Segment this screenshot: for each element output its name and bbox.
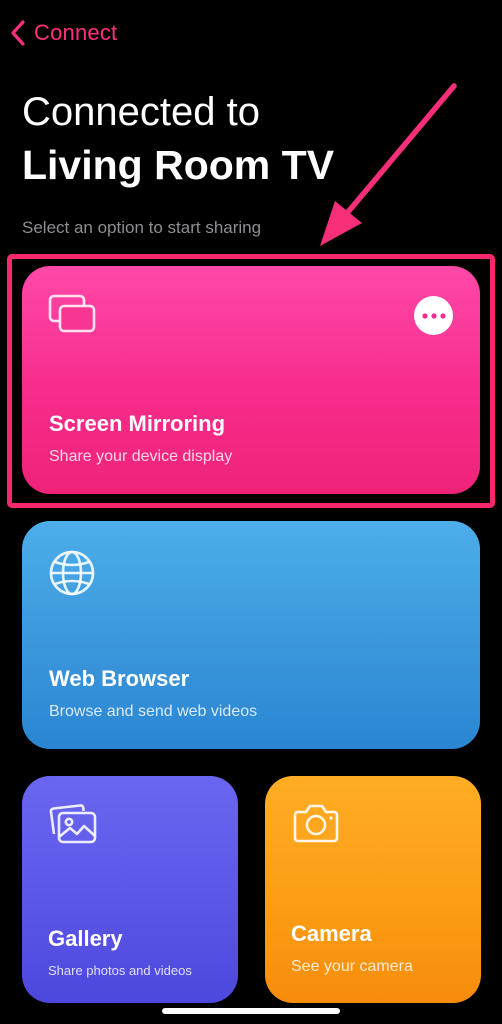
gallery-subtitle: Share photos and videos <box>48 963 192 978</box>
camera-subtitle: See your camera <box>291 958 413 975</box>
gallery-card[interactable]: Gallery Share photos and videos <box>22 776 238 1003</box>
web-browser-title: Web Browser <box>49 666 190 691</box>
chevron-left-icon <box>11 20 25 46</box>
camera-icon <box>293 804 339 843</box>
back-button[interactable]: Connect <box>10 16 117 50</box>
globe-icon <box>49 550 95 596</box>
page-subtitle: Select an option to start sharing <box>22 218 262 237</box>
photos-icon <box>49 804 97 844</box>
gallery-title: Gallery <box>48 926 123 951</box>
web-browser-card[interactable]: Web Browser Browse and send web videos <box>22 521 480 749</box>
page-title-prefix: Connected to <box>22 90 260 134</box>
camera-title: Camera <box>291 921 372 946</box>
web-browser-subtitle: Browse and send web videos <box>49 703 258 720</box>
home-indicator[interactable] <box>162 1008 340 1014</box>
back-label: Connect <box>34 20 118 45</box>
highlight-frame <box>7 254 495 508</box>
camera-card[interactable]: Camera See your camera <box>265 776 481 1003</box>
device-name: Living Room TV <box>22 142 335 188</box>
